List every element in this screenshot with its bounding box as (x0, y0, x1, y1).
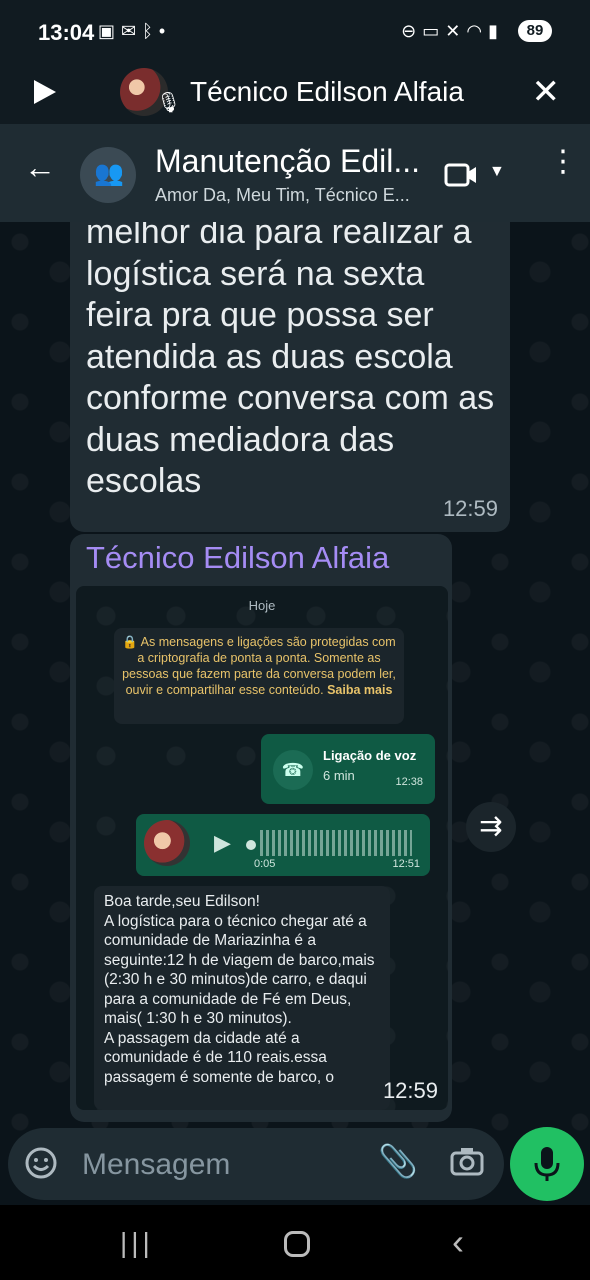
voice-record-button[interactable] (510, 1127, 584, 1201)
message-text: melhor dia para realizar a logística ser… (86, 222, 495, 500)
battery-indicator: 89 (518, 20, 552, 42)
sleep-icon: ▭ (422, 21, 446, 41)
chat-title[interactable]: Manutenção Edil... (155, 143, 425, 180)
audio-time: 12:51 (392, 858, 420, 870)
audio-duration: 0:05 (254, 858, 276, 870)
chat-area[interactable]: melhor dia para realizar a logística ser… (0, 222, 590, 1132)
dot-icon: • (158, 21, 172, 41)
message-composer: 📎 (8, 1128, 504, 1200)
mic-icon (534, 1147, 560, 1181)
chat-header: ← 👥 Manutenção Edil... Amor Da, Meu Tim,… (0, 127, 590, 222)
play-icon: ▶ (214, 830, 231, 855)
voice-call-card: ☎ Ligação de voz 6 min 12:38 (261, 734, 435, 804)
signal-icon: ▮ (488, 21, 504, 41)
audio-sender-avatar (144, 820, 190, 866)
mic-icon: 🎙 (156, 92, 182, 114)
forward-icon[interactable]: ⇉ (466, 802, 516, 852)
encryption-notice: 🔒 As mensagens e ligações são protegidas… (114, 628, 404, 724)
message-input[interactable] (80, 1140, 364, 1190)
bluetooth-icon: ᛒ (142, 21, 159, 41)
camera-icon[interactable] (450, 1146, 484, 1176)
mail-icon: ✉ (121, 21, 143, 41)
sender-name: Técnico Edilson Alfaia (86, 540, 390, 575)
caller-name: Técnico Edilson Alfaia (190, 76, 464, 107)
nav-back-icon[interactable]: ‹ (452, 1221, 464, 1263)
close-icon[interactable]: ✕ (532, 72, 561, 112)
audio-progress-dot (246, 840, 256, 850)
video-call-icon[interactable] (444, 162, 478, 188)
back-arrow-icon[interactable]: ← (24, 149, 56, 186)
image-message-bubble[interactable]: Técnico Edilson Alfaia Hoje 🔒 As mensage… (70, 534, 452, 1122)
voice-call-time: 12:38 (395, 776, 423, 788)
message-time: 12:59 (442, 496, 498, 521)
attach-icon[interactable]: 📎 (378, 1142, 418, 1180)
voice-call-label: Ligação de voz (323, 748, 417, 763)
wifi-icon: ◠ (466, 21, 489, 41)
emoji-icon[interactable] (24, 1146, 58, 1180)
shared-screenshot[interactable]: Hoje 🔒 As mensagens e ligações são prote… (76, 586, 448, 1110)
ongoing-call-bar[interactable]: 🎙 Técnico Edilson Alfaia ✕ (0, 62, 590, 127)
home-icon[interactable] (284, 1231, 310, 1257)
waveform (260, 830, 412, 856)
learn-more-link: Saiba mais (327, 683, 393, 697)
play-icon[interactable] (28, 76, 60, 108)
recent-apps-icon[interactable]: ||| (120, 1227, 154, 1259)
screenshot-icon: ▣ (98, 21, 122, 41)
system-icons: ⊖▭✕◠▮ (401, 21, 504, 42)
incoming-message-text: Boa tarde,seu Edilson! A logística para … (104, 893, 375, 1086)
mute-icon: ✕ (445, 21, 467, 41)
notification-icons: ▣✉ᛒ• (98, 21, 171, 42)
more-options-icon[interactable]: ⋮ (548, 147, 578, 177)
group-icon: 👥 (94, 160, 124, 187)
chevron-down-icon[interactable]: ▼ (489, 163, 505, 181)
status-time: 13:04 (38, 20, 95, 45)
dnd-icon: ⊖ (401, 21, 423, 41)
system-nav-bar: ||| ‹ (0, 1205, 590, 1280)
audio-message: ▶ 0:05 12:51 (136, 814, 430, 876)
message-time: 12:59 (382, 1078, 438, 1103)
voice-call-duration: 6 min (323, 768, 355, 783)
message-bubble[interactable]: melhor dia para realizar a logística ser… (70, 222, 510, 532)
group-avatar[interactable]: 👥 (80, 147, 136, 203)
status-bar: 13:04 ▣✉ᛒ• ⊖▭✕◠▮ 89 (0, 0, 590, 62)
date-divider: Hoje (248, 598, 276, 613)
missed-call-icon: ☎ (273, 750, 313, 790)
incoming-message: Boa tarde,seu Edilson! A logística para … (94, 886, 390, 1110)
chat-participants[interactable]: Amor Da, Meu Tim, Técnico E... (155, 185, 420, 206)
